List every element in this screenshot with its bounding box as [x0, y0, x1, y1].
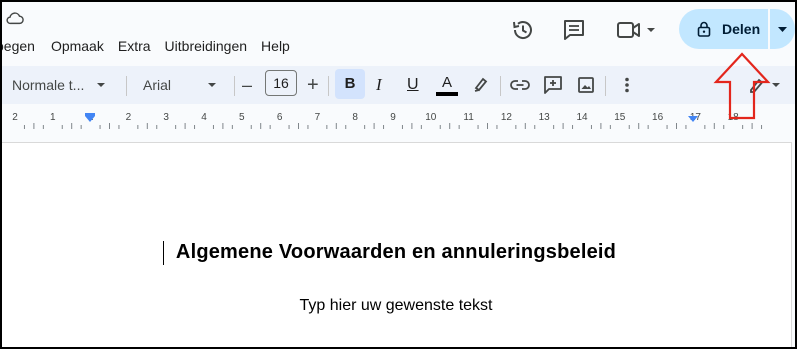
chevron-down-icon	[97, 83, 106, 87]
cloud-saved-icon[interactable]	[6, 11, 24, 25]
insert-image-icon[interactable]	[577, 76, 595, 94]
underline-button[interactable]: U	[407, 66, 419, 104]
comment-icon[interactable]	[561, 17, 587, 43]
ruler-label: 6	[277, 112, 283, 123]
toolbar: Normale t... Arial – 16 + B I U A	[0, 66, 797, 104]
paragraph-style-label: Normale t...	[12, 77, 85, 93]
toolbar-divider	[500, 76, 501, 96]
menu-help[interactable]: Help	[261, 38, 298, 54]
italic-button[interactable]: I	[376, 66, 382, 104]
text-cursor	[163, 241, 164, 265]
share-button[interactable]: Delen	[679, 9, 769, 49]
indent-marker[interactable]	[85, 116, 95, 122]
increase-font-size-button[interactable]: +	[307, 66, 319, 104]
ruler-label: 11	[463, 112, 474, 123]
ruler-label: 2	[12, 112, 18, 123]
toolbar-divider	[234, 76, 235, 96]
ruler-label: 9	[390, 112, 396, 123]
ruler-label: 4	[201, 112, 207, 123]
ruler-label: 2	[126, 112, 132, 123]
ruler-label: 8	[352, 112, 358, 123]
share-dropdown-icon[interactable]	[770, 9, 795, 49]
ruler-label: 10	[425, 112, 437, 123]
menu-edit[interactable]: oegen	[0, 38, 43, 54]
ruler-label: 7	[315, 112, 321, 123]
ruler-label: 14	[576, 112, 588, 123]
highlight-pen-icon[interactable]	[472, 75, 490, 93]
more-options-icon[interactable]	[620, 76, 634, 94]
toolbar-divider	[328, 76, 329, 96]
link-icon[interactable]	[510, 76, 530, 94]
meet-icon	[617, 22, 655, 38]
ruler-label: 13	[539, 112, 551, 123]
paragraph-style-select[interactable]: Normale t...	[12, 66, 108, 104]
ruler-label: 16	[652, 112, 664, 123]
decrease-font-size-button[interactable]: –	[242, 66, 252, 104]
font-size-input[interactable]: 16	[265, 70, 297, 96]
share-label: Delen	[722, 21, 761, 37]
toolbar-divider	[605, 76, 606, 96]
text-color-letter: A	[441, 73, 452, 91]
share-button-group: Delen	[679, 9, 795, 49]
add-comment-icon[interactable]	[543, 75, 563, 95]
menu-bar: oegen Opmaak Extra Uitbreidingen Help	[0, 36, 298, 56]
ruler-label: 12	[501, 112, 513, 123]
text-color-button[interactable]: A	[436, 66, 458, 104]
chevron-down-icon	[208, 83, 216, 87]
ruler-label: 1	[50, 112, 56, 123]
history-icon[interactable]	[510, 17, 536, 43]
bold-button[interactable]: B	[335, 69, 365, 99]
top-bar: oegen Opmaak Extra Uitbreidingen Help De…	[0, 0, 797, 66]
font-family-label: Arial	[143, 77, 172, 93]
document-body-text[interactable]: Typ hier uw gewenste tekst	[0, 297, 792, 315]
document-title[interactable]: Algemene Voorwaarden en annuleringsbelei…	[0, 241, 792, 264]
text-color-swatch	[436, 91, 458, 96]
ruler-label: 5	[239, 112, 245, 123]
lock-icon	[697, 21, 711, 37]
font-family-select[interactable]: Arial	[143, 66, 219, 104]
annotation-arrow-icon	[713, 52, 771, 120]
first-line-indent-marker[interactable]	[85, 113, 95, 116]
ruler-label: 3	[163, 112, 169, 123]
ruler-label: 15	[614, 112, 626, 123]
meet-button[interactable]	[614, 17, 662, 43]
ruler[interactable]: 21123456789101112131415161718	[0, 104, 797, 132]
menu-format[interactable]: Opmaak	[51, 38, 112, 54]
menu-extensions[interactable]: Uitbreidingen	[165, 38, 256, 54]
menu-tools[interactable]: Extra	[118, 38, 159, 54]
toolbar-divider	[126, 76, 127, 96]
